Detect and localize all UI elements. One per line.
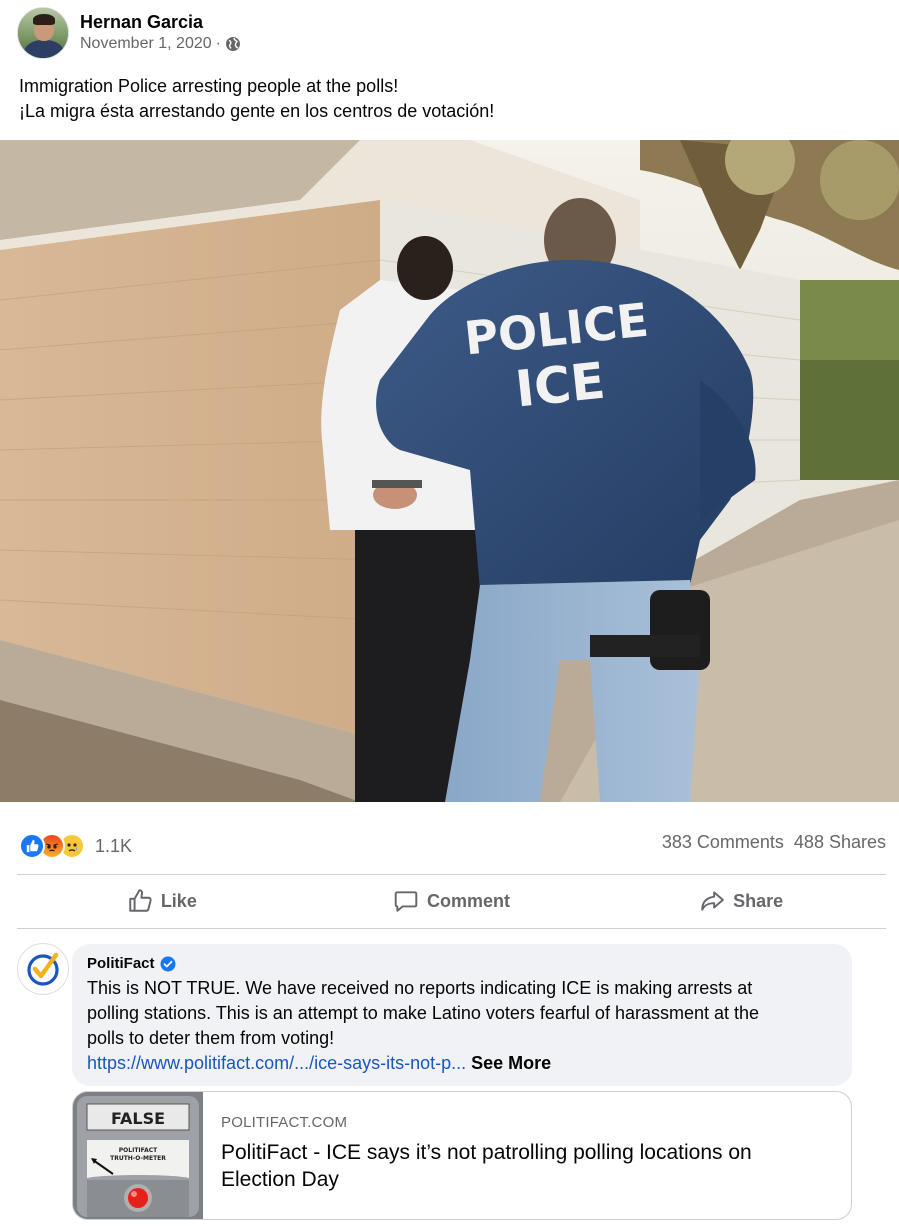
- card-thumbnail: FALSE POLITIFACT TRUTH-O-METER: [73, 1092, 203, 1219]
- engagement-counts: 383 Comments 488 Shares: [662, 832, 886, 853]
- divider-top: [17, 874, 886, 875]
- share-button-label: Share: [733, 890, 784, 911]
- card-title[interactable]: PolitiFact - ICE says it’s not patrollin…: [221, 1139, 752, 1193]
- card-domain: POLITIFACT.COM: [221, 1114, 348, 1131]
- false-label: FALSE: [111, 1109, 165, 1128]
- author-avatar[interactable]: [17, 7, 69, 59]
- comment-author-row: PolitiFact: [87, 954, 838, 974]
- like-button[interactable]: Like: [17, 876, 307, 926]
- comments-count[interactable]: 383 Comments: [662, 832, 784, 853]
- jacket-text-ice: ICE: [513, 352, 608, 419]
- photo-illustration: POLICE ICE: [0, 140, 899, 802]
- reaction-count[interactable]: 1.1K: [95, 836, 132, 857]
- shares-count[interactable]: 488 Shares: [794, 832, 886, 853]
- verified-badge-icon: [160, 956, 176, 972]
- card-title-line: Election Day: [221, 1168, 339, 1191]
- comment-button-label: Comment: [427, 890, 511, 911]
- meter-sub-2: TRUTH-O-METER: [110, 1155, 166, 1162]
- post-photo[interactable]: POLICE ICE: [0, 140, 899, 802]
- divider-bottom: [17, 928, 886, 929]
- comment-line: This is NOT TRUE. We have received no re…: [87, 978, 753, 998]
- share-button[interactable]: Share: [596, 876, 886, 926]
- comment-bubble-icon: [394, 891, 418, 912]
- post-text-line: ¡La migra ésta arrestando gente en los c…: [19, 101, 495, 121]
- like-reaction-icon: [19, 833, 45, 859]
- comment-text: This is NOT TRUE. We have received no re…: [87, 976, 838, 1076]
- post-actions: Like Comment Share: [17, 876, 886, 926]
- author-name[interactable]: Hernan Garcia: [80, 11, 241, 33]
- comment-bubble: PolitiFact This is NOT TRUE. We have rec…: [72, 944, 852, 1086]
- comment-link-row: https://www.politifact.com/.../ice-says-…: [87, 1051, 838, 1076]
- comment-link[interactable]: https://www.politifact.com/.../ice-says-…: [87, 1053, 466, 1073]
- comment-button[interactable]: Comment: [307, 876, 597, 926]
- post-meta: November 1, 2020 ·: [80, 33, 241, 55]
- share-arrow-icon: [701, 891, 724, 911]
- post-text: Immigration Police arresting people at t…: [19, 74, 879, 124]
- politifact-logo-icon: [27, 952, 59, 986]
- card-body: POLITIFACT.COM PolitiFact - ICE says it’…: [203, 1092, 770, 1219]
- post-text-line: Immigration Police arresting people at t…: [19, 76, 399, 96]
- link-preview-card[interactable]: FALSE POLITIFACT TRUTH-O-METER POLITIFAC…: [72, 1091, 852, 1220]
- like-button-label: Like: [160, 890, 197, 911]
- post-header: Hernan Garcia November 1, 2020 ·: [17, 6, 241, 60]
- author-block: Hernan Garcia November 1, 2020 ·: [80, 11, 241, 55]
- globe-icon[interactable]: [225, 36, 241, 52]
- card-title-line: PolitiFact - ICE says it’s not patrollin…: [221, 1141, 752, 1164]
- see-more-link[interactable]: See More: [471, 1053, 551, 1073]
- reactions-summary[interactable]: 1.1K: [19, 830, 132, 862]
- comment-author[interactable]: PolitiFact: [87, 954, 155, 974]
- thumbs-up-icon: [129, 889, 152, 912]
- meta-separator: ·: [215, 35, 221, 52]
- comment-line: polling stations. This is an attempt to …: [87, 1003, 760, 1023]
- meter-sub-1: POLITIFACT: [119, 1147, 158, 1154]
- truth-o-meter-image: FALSE POLITIFACT TRUTH-O-METER: [73, 1092, 203, 1219]
- comment-line: polls to deter them from voting!: [87, 1028, 335, 1048]
- post-date[interactable]: November 1, 2020: [80, 33, 212, 55]
- politifact-avatar[interactable]: [17, 943, 69, 995]
